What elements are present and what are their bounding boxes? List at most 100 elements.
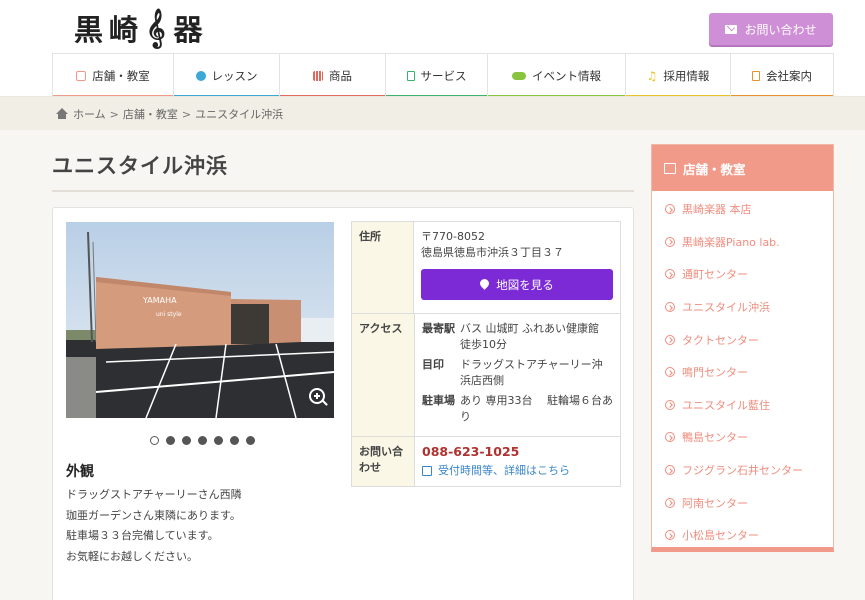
address-label: 住所	[352, 222, 414, 313]
sidebar-item-unistyle-okihama[interactable]: ユニスタイル沖浜	[652, 291, 833, 324]
sidebar-item-fujigran-ishii[interactable]: フジグラン石井センター	[652, 454, 833, 487]
sidebar-item-naruto[interactable]: 鳴門センター	[652, 356, 833, 389]
nav-item-products[interactable]: 商品	[280, 53, 386, 98]
carousel-dot[interactable]	[182, 436, 191, 445]
nav-item-events[interactable]: イベント情報	[488, 53, 626, 98]
view-map-button[interactable]: 地図を見る	[421, 269, 613, 300]
sidebar-item-label: 黒崎楽器Piano lab.	[682, 235, 780, 249]
access-cell: 最寄駅 バス 山城町 ふれあい健康館 徒歩10分 目印 ドラッグストアチャーリー…	[415, 314, 620, 436]
global-nav: 店舗・教室 レッスン 商品 サービス イベント情報 ♫ 採用情報 会社案内	[52, 53, 834, 98]
carousel-dot[interactable]	[246, 436, 255, 445]
circle-arrow-icon	[665, 399, 675, 410]
contact-button-label: お問い合わせ	[744, 22, 817, 37]
store-icon	[76, 71, 87, 81]
store-photo[interactable]: YAMAHA uni style	[66, 222, 334, 418]
building-icon	[752, 71, 760, 81]
carousel-dots	[150, 436, 255, 445]
circle-arrow-icon	[665, 204, 675, 215]
carousel-dot[interactable]	[150, 436, 159, 445]
phone-number[interactable]: 088-623-1025	[422, 444, 613, 460]
circle-arrow-icon	[665, 432, 675, 443]
sidebar-header: 店舗・教室	[652, 145, 833, 191]
access-item: 駐車場 あり 専用33台 駐輪場６台あり	[422, 393, 613, 425]
store-icon	[664, 162, 676, 174]
document-icon	[406, 71, 415, 81]
access-key: 駐車場	[422, 394, 455, 407]
sidebar-item-torimachi[interactable]: 通町センター	[652, 258, 833, 291]
page-title: ユニスタイル沖浜	[52, 154, 228, 178]
sidebar-item-label: ユニスタイル沖浜	[682, 301, 770, 315]
carousel-dot[interactable]	[214, 436, 223, 445]
breadcrumb-home-link[interactable]: ホーム	[73, 106, 106, 122]
sidebar-item-anan[interactable]: 阿南センター	[652, 486, 833, 519]
access-value: バス 山城町 ふれあい健康館 徒歩10分	[460, 322, 599, 351]
breadcrumb-separator: >	[109, 107, 119, 121]
sidebar-list: 黒崎楽器 本店 黒崎楽器Piano lab. 通町センター ユニスタイル沖浜 タ…	[652, 191, 833, 552]
store-sidebar: 店舗・教室 黒崎楽器 本店 黒崎楽器Piano lab. 通町センター ユニスタ…	[651, 144, 834, 552]
breadcrumb-current: ユニスタイル沖浜	[195, 108, 284, 121]
contact-label: お問い合わせ	[352, 437, 415, 486]
circle-arrow-icon	[665, 465, 675, 476]
site-logo[interactable]: 黒崎 𝄞 器	[74, 8, 209, 48]
sidebar-item-label: 鳴門センター	[682, 366, 748, 380]
photo-caption-title: 外観	[66, 464, 94, 480]
carousel-dot[interactable]	[230, 436, 239, 445]
hours-details-link[interactable]: 受付時間等、詳細はこちら	[422, 463, 613, 479]
contact-button[interactable]: お問い合わせ	[709, 13, 833, 45]
carousel-dot[interactable]	[198, 436, 207, 445]
nav-item-stores[interactable]: 店舗・教室	[53, 53, 174, 98]
breadcrumb: ホーム > 店舗・教室 > ユニスタイル沖浜	[55, 106, 283, 122]
sidebar-item-honten[interactable]: 黒崎楽器 本店	[652, 193, 833, 226]
nav-label: 採用情報	[663, 69, 710, 83]
nav-item-recruit[interactable]: ♫ 採用情報	[626, 53, 731, 98]
circle-arrow-icon	[665, 334, 675, 345]
sidebar-item-pianolab[interactable]: 黒崎楽器Piano lab.	[652, 226, 833, 259]
circle-arrow-icon	[665, 302, 675, 313]
caption-line: 駐車場３３台完備しています。	[66, 529, 219, 542]
access-item: 最寄駅 バス 山城町 ふれあい健康館 徒歩10分	[422, 321, 613, 353]
sidebar-title: 店舗・教室	[683, 161, 746, 177]
nav-item-lessons[interactable]: レッスン	[174, 53, 280, 98]
music-note-icon: ♫	[646, 69, 658, 83]
store-exterior-image: YAMAHA uni style	[66, 222, 334, 418]
address-text: 徳島県徳島市沖浜３丁目３７	[421, 246, 564, 259]
chat-bubble-icon	[195, 71, 206, 81]
nav-item-services[interactable]: サービス	[386, 53, 488, 98]
logo-text-first: 黒崎	[74, 13, 145, 47]
store-info-table: 住所 〒770-8052 徳島県徳島市沖浜３丁目３７ 地図を見る アクセス 最寄…	[351, 221, 621, 487]
caption-line: お気軽にお越しください。	[66, 549, 198, 563]
nav-item-company[interactable]: 会社案内	[731, 53, 834, 98]
access-value: ドラッグストアチャーリー沖浜店西側	[460, 358, 603, 387]
caption-line: ドラッグストアチャーリーさん西隣	[66, 488, 242, 501]
sidebar-item-label: フジグラン石井センター	[682, 464, 803, 478]
external-link-icon	[422, 466, 432, 476]
sidebar-item-takt[interactable]: タクトセンター	[652, 323, 833, 356]
sidebar-item-kamojima[interactable]: 鴨島センター	[652, 421, 833, 454]
address-cell: 〒770-8052 徳島県徳島市沖浜３丁目３７ 地図を見る	[414, 222, 620, 313]
contact-cell: 088-623-1025 受付時間等、詳細はこちら	[415, 437, 620, 486]
view-map-label: 地図を見る	[496, 277, 554, 292]
piano-keys-icon	[313, 71, 323, 81]
sidebar-item-label: 黒崎楽器 本店	[682, 203, 752, 217]
breadcrumb-stores-link[interactable]: 店舗・教室	[123, 106, 178, 122]
sidebar-item-label: タクトセンター	[682, 333, 759, 347]
hours-link-label: 受付時間等、詳細はこちら	[438, 464, 570, 477]
title-divider	[52, 190, 634, 192]
nav-label: 店舗・教室	[92, 69, 150, 83]
zoom-icon[interactable]	[309, 388, 325, 404]
unistyle-sign: uni style	[156, 311, 182, 318]
circle-arrow-icon	[665, 236, 675, 247]
breadcrumb-separator: >	[181, 107, 192, 121]
nav-label: 商品	[329, 69, 352, 83]
access-key: 最寄駅	[422, 322, 455, 335]
access-row: アクセス 最寄駅 バス 山城町 ふれあい健康館 徒歩10分 目印 ドラッグストア…	[352, 314, 620, 437]
yamaha-sign: YAMAHA	[142, 296, 177, 305]
sidebar-item-komatsushima[interactable]: 小松島センター	[652, 519, 833, 552]
access-label: アクセス	[352, 314, 415, 436]
sidebar-item-label: 通町センター	[682, 268, 748, 282]
address-row: 住所 〒770-8052 徳島県徳島市沖浜３丁目３７ 地図を見る	[352, 222, 620, 314]
sidebar-item-unistyle-aizumi[interactable]: ユニスタイル藍住	[652, 389, 833, 422]
nav-label: イベント情報	[532, 69, 601, 83]
access-value: あり 専用33台 駐輪場６台あり	[460, 394, 613, 423]
carousel-dot[interactable]	[166, 436, 175, 445]
